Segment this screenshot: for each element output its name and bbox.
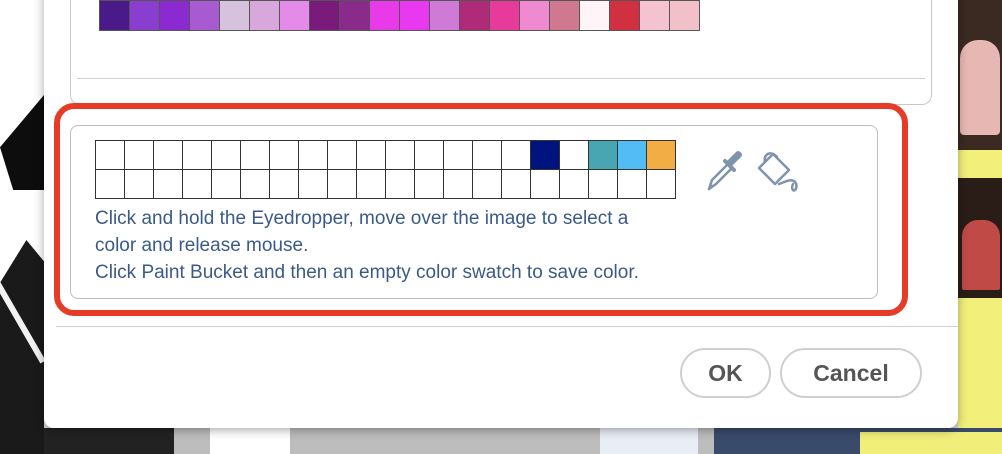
background-shape [860,432,1002,454]
custom-swatch-panel: Click and hold the Eyedropper, move over… [70,125,878,299]
custom-color-swatch[interactable] [386,141,415,170]
custom-color-swatch[interactable] [96,170,125,199]
custom-color-swatch[interactable] [212,141,241,170]
custom-color-swatch[interactable] [270,170,299,199]
palette-color-cell[interactable] [160,1,190,31]
palette-color-cell[interactable] [400,1,430,31]
help-line: Click and hold the Eyedropper, move over… [95,208,629,229]
custom-color-swatch[interactable] [589,141,618,170]
paint-bucket-icon[interactable] [755,148,801,194]
custom-color-swatch[interactable] [386,170,415,199]
custom-color-swatch[interactable] [328,141,357,170]
custom-color-swatch[interactable] [444,170,473,199]
custom-color-swatch[interactable] [531,170,560,199]
custom-color-swatch[interactable] [357,141,386,170]
palette-color-cell[interactable] [460,1,490,31]
custom-color-swatch[interactable] [270,141,299,170]
custom-color-swatch[interactable] [647,141,676,170]
palette-color-cell[interactable] [640,1,670,31]
background-photo [960,40,1000,135]
custom-color-swatch[interactable] [125,141,154,170]
custom-color-swatch[interactable] [154,170,183,199]
palette-color-cell[interactable] [430,1,460,31]
help-line: Click Paint Bucket and then an empty col… [95,262,639,283]
palette-color-cell[interactable] [490,1,520,31]
custom-swatch-grid [95,140,676,199]
custom-color-swatch[interactable] [444,141,473,170]
custom-color-swatch[interactable] [473,170,502,199]
background-photo [962,220,1000,290]
custom-color-swatch[interactable] [618,170,647,199]
palette-color-cell[interactable] [340,1,370,31]
palette-color-cell[interactable] [190,1,220,31]
custom-color-swatch[interactable] [415,170,444,199]
custom-color-swatch[interactable] [299,170,328,199]
cancel-button[interactable]: Cancel [780,348,922,398]
custom-color-swatch[interactable] [241,141,270,170]
background-shape [44,428,174,454]
palette-color-cell[interactable] [370,1,400,31]
palette-color-cell[interactable] [610,1,640,31]
custom-color-swatch[interactable] [415,141,444,170]
custom-color-swatch[interactable] [502,170,531,199]
background-shape [600,428,698,454]
custom-color-swatch[interactable] [647,170,676,199]
custom-color-swatch[interactable] [560,170,589,199]
custom-color-swatch[interactable] [154,141,183,170]
custom-color-swatch[interactable] [183,141,212,170]
divider [77,78,925,79]
palette-color-cell[interactable] [520,1,550,31]
custom-color-swatch[interactable] [531,141,560,170]
custom-color-swatch[interactable] [589,170,618,199]
custom-color-swatch[interactable] [328,170,357,199]
palette-color-cell[interactable] [670,1,700,31]
palette-panel [70,0,932,105]
palette-color-cell[interactable] [310,1,340,31]
background-shape [210,428,290,454]
custom-color-swatch[interactable] [299,141,328,170]
custom-color-swatch[interactable] [125,170,154,199]
custom-color-swatch[interactable] [212,170,241,199]
custom-color-swatch[interactable] [241,170,270,199]
palette-color-cell[interactable] [130,1,160,31]
custom-color-swatch[interactable] [560,141,589,170]
palette-color-cell[interactable] [280,1,310,31]
palette-color-cell[interactable] [100,1,130,31]
color-picker-dialog: Click and hold the Eyedropper, move over… [44,0,958,428]
custom-color-swatch[interactable] [502,141,531,170]
custom-color-swatch[interactable] [357,170,386,199]
custom-color-swatch[interactable] [183,170,212,199]
palette-color-cell[interactable] [580,1,610,31]
palette-color-cell[interactable] [550,1,580,31]
palette-color-cell[interactable] [220,1,250,31]
color-palette-grid [99,0,700,31]
palette-color-cell[interactable] [250,1,280,31]
ok-button[interactable]: OK [680,348,771,398]
footer-divider [56,326,958,327]
help-line: color and release mouse. [95,235,309,256]
custom-color-swatch[interactable] [618,141,647,170]
custom-color-swatch[interactable] [96,141,125,170]
eyedropper-icon[interactable] [701,148,747,194]
help-text: Click and hold the Eyedropper, move over… [95,205,835,286]
custom-color-swatch[interactable] [473,141,502,170]
